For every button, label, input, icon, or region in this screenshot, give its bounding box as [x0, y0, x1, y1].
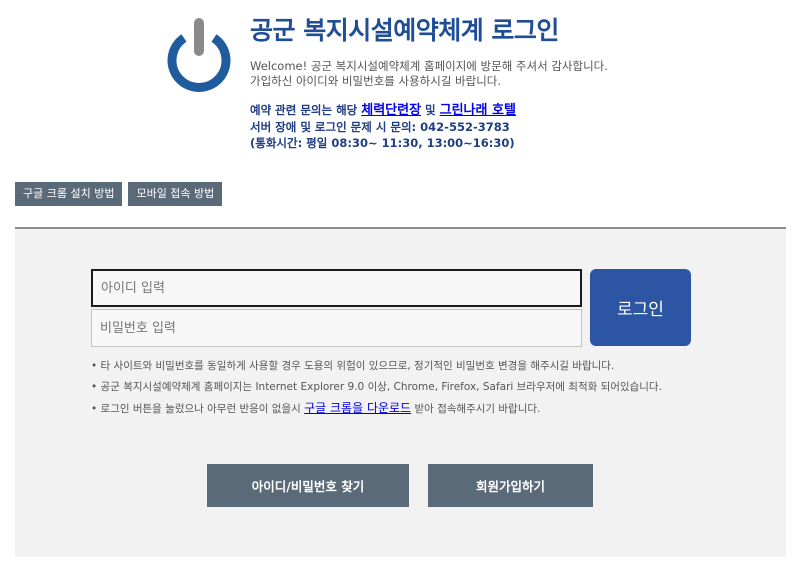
notice-suffix: 받아 접속해주시기 바랍니다. [411, 403, 541, 415]
notice-prefix: • 로그인 버튼을 눌렀으나 아무런 반응이 없을시 [91, 403, 305, 415]
notice-item: • 타 사이트와 비밀번호를 동일하게 사용할 경우 도용의 위험이 있으므로,… [91, 360, 615, 372]
fitness-center-link[interactable]: 체력단련장 [361, 103, 421, 118]
chrome-download-link[interactable]: 구글 크롬을 다운로드 [304, 401, 411, 415]
notice-list: • 타 사이트와 비밀번호를 동일하게 사용할 경우 도용의 위험이 있으므로,… [91, 356, 662, 420]
find-account-button[interactable]: 아이디/비밀번호 찾기 [207, 464, 409, 507]
welcome-line-1: Welcome! 공군 복지시설예약체계 홈페이지에 방문해 주셔서 감사합니다… [250, 59, 608, 73]
chrome-install-button[interactable]: 구글 크롬 설치 방법 [15, 182, 123, 206]
contact-info: 예약 관련 문의는 해당 체력단련장 및 그린나래 호텔 서버 장애 및 로그인… [250, 102, 780, 151]
mobile-access-button[interactable]: 모바일 접속 방법 [128, 182, 223, 206]
power-icon [167, 18, 231, 92]
hotel-link[interactable]: 그린나래 호텔 [440, 103, 516, 118]
sign-up-button[interactable]: 회원가입하기 [428, 464, 593, 507]
inquiry-line: 예약 관련 문의는 해당 체력단련장 및 그린나래 호텔 [250, 102, 780, 119]
error-contact: 서버 장애 및 로그인 문제 시 문의: 042-552-3783 [250, 120, 510, 134]
password-input[interactable] [91, 309, 582, 347]
notice-item: • 로그인 버튼을 눌렀으나 아무런 반응이 없을시 구글 크롬을 다운로드 받… [91, 398, 662, 420]
welcome-message: Welcome! 공군 복지시설예약체계 홈페이지에 방문해 주셔서 감사합니다… [250, 59, 780, 89]
welcome-line-2: 가입하신 아이디와 비밀번호를 사용하시길 바랍니다. [250, 74, 502, 88]
id-input[interactable] [91, 269, 582, 307]
header: 공군 복지시설예약체계 로그인 Welcome! 공군 복지시설예약체계 홈페이… [250, 14, 780, 151]
login-button[interactable]: 로그인 [590, 269, 691, 346]
page-title: 공군 복지시설예약체계 로그인 [250, 16, 559, 45]
inquiry-mid: 및 [421, 103, 440, 117]
inquiry-prefix: 예약 관련 문의는 해당 [250, 103, 362, 117]
call-hours: (통화시간: 평일 08:30~ 11:30, 13:00~16:30) [250, 136, 515, 150]
notice-item: • 공군 복지시설예약체계 홈페이지는 Internet Explorer 9.… [91, 381, 662, 393]
login-panel: 로그인 • 타 사이트와 비밀번호를 동일하게 사용할 경우 도용의 위험이 있… [15, 227, 786, 557]
top-button-group: 구글 크롬 설치 방법 모바일 접속 방법 [15, 182, 223, 206]
